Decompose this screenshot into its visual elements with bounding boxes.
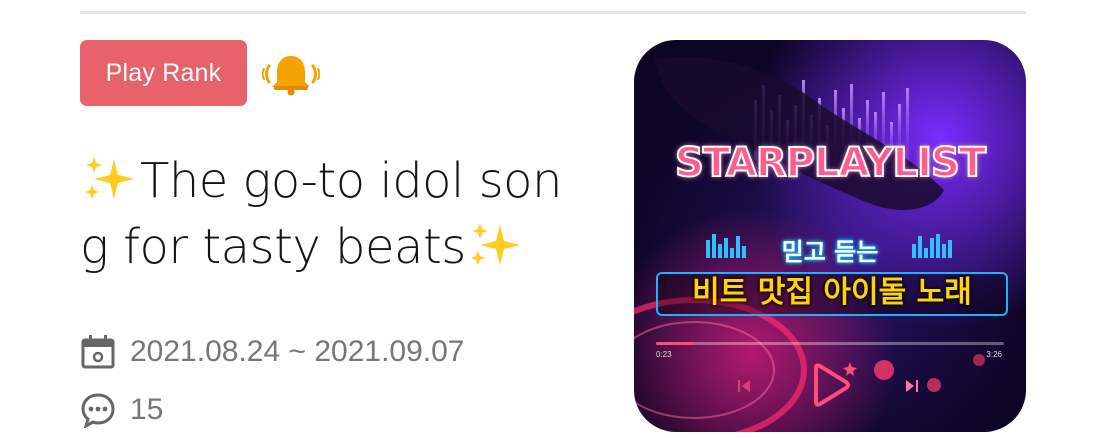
play-rank-badge[interactable]: Play Rank bbox=[80, 40, 247, 106]
title-line-1: The go-to idol son bbox=[140, 153, 562, 209]
calendar-icon bbox=[81, 335, 115, 369]
comment-row[interactable]: 15 bbox=[80, 392, 163, 428]
total-time: 3:26 bbox=[986, 350, 1002, 359]
progress-track[interactable] bbox=[656, 342, 1004, 345]
comment-count: 15 bbox=[130, 393, 164, 426]
bell-icon bbox=[262, 56, 320, 96]
playlist-title: The go-to idol son g for tasty beats bbox=[80, 148, 600, 280]
thumbnail-subtitle-1: 믿고 듣는 bbox=[781, 238, 879, 266]
period-row: 2021.08.24 ~ 2021.09.07 bbox=[80, 334, 464, 370]
title-line-2: g for tasty beats bbox=[80, 219, 466, 275]
play-rank-label: Play Rank bbox=[105, 58, 222, 87]
thumbnail-subtitle-2: 비트 맛집 아이돌 노래 bbox=[656, 272, 1008, 316]
play-icon[interactable] bbox=[814, 363, 850, 407]
playlist-thumbnail[interactable]: STARPLAYLIST 믿고 듣는 비트 맛집 아이돌 노래 0:23 3:2… bbox=[634, 40, 1026, 432]
thumbnail-title: STARPLAYLIST bbox=[674, 139, 987, 187]
top-divider bbox=[80, 11, 1026, 14]
next-icon[interactable] bbox=[906, 380, 918, 392]
sparkle-icon bbox=[470, 223, 520, 265]
sparkle-icon bbox=[85, 157, 134, 199]
prev-icon[interactable] bbox=[738, 380, 750, 392]
progress-fill bbox=[656, 342, 695, 345]
comment-icon bbox=[81, 393, 115, 428]
elapsed-time: 0:23 bbox=[656, 350, 672, 359]
period-text: 2021.08.24 ~ 2021.09.07 bbox=[130, 335, 465, 368]
